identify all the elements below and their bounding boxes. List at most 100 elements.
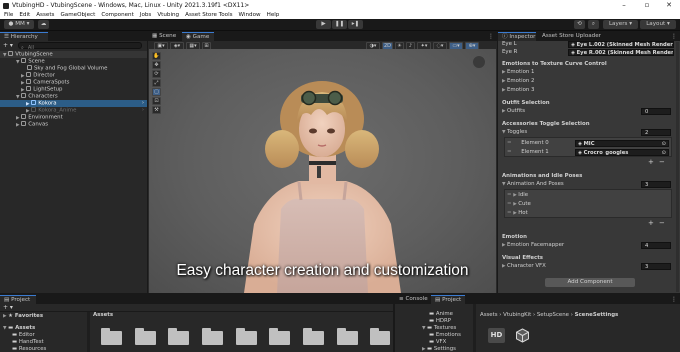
layout-dropdown[interactable]: Layout ▾ (640, 20, 676, 29)
outfits-foldout[interactable]: ▶ Outfits (502, 107, 525, 115)
anim-poses-foldout[interactable]: ▼ Animation And Poses (502, 180, 564, 188)
hierarchy-item[interactable]: ▶ Canvas (0, 121, 147, 128)
drag-handle-icon[interactable]: = (507, 149, 513, 155)
breadcrumb-item[interactable]: SceneSettings (575, 312, 619, 318)
folder-thumbnail[interactable] (236, 328, 257, 345)
tree-item[interactable]: ▬ VFX (429, 339, 446, 346)
maximize-icon[interactable]: ▫ (636, 0, 658, 11)
facemapper-foldout[interactable]: ▶ Emotion Facemapper (502, 241, 564, 249)
tree-item[interactable]: ▬ HandTest (12, 339, 44, 346)
scene-viewport[interactable]: ✋ ✥ ⟳ ⤢ ▢ ⊡ ⚒ Easy character creation an… (149, 49, 496, 293)
breadcrumb-item[interactable]: SetupScene (537, 312, 569, 318)
assets-breadcrumb[interactable]: Assets (93, 312, 113, 319)
pose-row[interactable]: = ▶ Cute (507, 200, 531, 208)
hierarchy-item[interactable]: ▶ Director (0, 72, 147, 79)
menu-edit[interactable]: Edit (19, 12, 30, 18)
eye-r-field[interactable]: ◈ Eye R.002 (Skinned Mesh Render (568, 48, 674, 56)
emotion-foldout[interactable]: ▶ Emotion 2 (502, 77, 534, 85)
hierarchy-item[interactable]: ▼ Scene (0, 58, 147, 65)
search-button[interactable]: ⌕ (588, 20, 599, 29)
pose-row[interactable]: = ▶ Hot (507, 209, 528, 217)
tree-item[interactable]: ▬ Editor (12, 332, 35, 339)
menu-asset-store-tools[interactable]: Asset Store Tools (185, 12, 232, 18)
vfx-foldout[interactable]: ▶ Character VFX (502, 262, 546, 270)
toggles-foldout[interactable]: ▼ Toggles (502, 128, 527, 136)
panel-menu-icon[interactable]: ⋮ (488, 32, 494, 41)
hierarchy-search-input[interactable]: ⌕ All (18, 42, 142, 51)
hierarchy-item[interactable]: ▼ Characters (0, 93, 147, 100)
menu-window[interactable]: Window (239, 12, 261, 18)
tree-item[interactable]: ▬ HDRP (429, 318, 451, 325)
add-element-icon[interactable]: + (648, 219, 654, 227)
layers-dropdown[interactable]: Layers ▾ (603, 20, 638, 29)
element-0-field[interactable]: ◈ MIC ⊙ (575, 139, 669, 147)
menu-component[interactable]: Component (101, 12, 133, 18)
toggles-count-field[interactable]: 2 (641, 129, 671, 136)
create-plus-icon[interactable]: + ▾ (3, 304, 13, 312)
menu-vtubing[interactable]: Vtubing (157, 12, 179, 18)
hierarchy-item[interactable]: ▶ CameraSpots (0, 79, 147, 86)
account-button[interactable]: ● MM ▾ (4, 20, 34, 29)
hierarchy-item[interactable]: Sky and Fog Global Volume (0, 65, 147, 72)
hdrp-asset-thumbnail[interactable]: HD (488, 328, 505, 343)
move-tool-icon[interactable]: ✥ (152, 61, 161, 69)
folder-thumbnail[interactable] (269, 328, 290, 345)
tree-item[interactable]: ▬ Resources (12, 346, 46, 352)
history-button[interactable]: ⟲ (574, 20, 585, 29)
anim-poses-count-field[interactable]: 3 (641, 181, 671, 188)
emotion-foldout[interactable]: ▶ Emotion 3 (502, 86, 534, 94)
cube-asset-icon[interactable] (515, 328, 530, 343)
folder-thumbnail[interactable] (337, 328, 358, 345)
step-button[interactable]: ▸❚ (348, 20, 363, 29)
element-row[interactable]: = Element 1 (507, 148, 549, 156)
tab-console[interactable]: ≡ Console (395, 295, 429, 304)
hand-tool-icon[interactable]: ✋ (152, 52, 161, 60)
drag-handle-icon[interactable]: = (507, 140, 513, 146)
tree-item[interactable]: ▶ ▬ Settings (422, 346, 456, 352)
folder-thumbnail[interactable] (303, 328, 324, 345)
tab-project-2[interactable]: ▤ Project (431, 295, 465, 304)
hierarchy-item[interactable]: ▶ LightSetup (0, 86, 147, 93)
folder-thumbnail[interactable] (135, 328, 156, 345)
rotate-tool-icon[interactable]: ⟳ (152, 70, 161, 78)
favorites-header[interactable]: ▶ ★ Favorites (3, 313, 43, 320)
remove-element-icon[interactable]: − (659, 158, 665, 166)
chevron-right-icon[interactable]: › (142, 100, 144, 107)
folder-thumbnail[interactable] (370, 328, 390, 345)
play-button[interactable]: ▶ (316, 20, 331, 29)
vfx-count-field[interactable]: 3 (641, 263, 671, 270)
cloud-button[interactable]: ☁ (38, 20, 49, 29)
panel-menu-icon[interactable]: ⋮ (671, 295, 677, 304)
menu-file[interactable]: File (4, 12, 13, 18)
panel-splitter[interactable] (473, 304, 476, 352)
pose-row[interactable]: = ▶ Idle (507, 191, 528, 199)
close-icon[interactable]: ✕ (658, 0, 680, 11)
folder-thumbnail[interactable] (101, 328, 122, 345)
eye-l-field[interactable]: ◈ Eye L.002 (Skinned Mesh Render (568, 40, 674, 48)
tree-item[interactable]: ▬ Emotions (429, 332, 461, 339)
tree-item[interactable]: ▼ ▬ Textures (422, 325, 456, 332)
transform-tool-icon[interactable]: ⊡ (152, 97, 161, 105)
tree-item[interactable]: ▼ ▬ Assets (3, 325, 35, 332)
hierarchy-item[interactable]: ▶ Environment (0, 114, 147, 121)
tab-project[interactable]: ▤ Project (0, 295, 36, 304)
menu-jobs[interactable]: Jobs (140, 12, 152, 18)
tree-item[interactable]: ▬ Anime (429, 311, 453, 318)
tab-game[interactable]: ◉ Game (182, 32, 214, 41)
object-picker-icon[interactable]: ⊙ (662, 150, 666, 155)
menu-gameobject[interactable]: GameObject (60, 12, 95, 18)
scale-tool-icon[interactable]: ⤢ (152, 79, 161, 87)
add-element-icon[interactable]: + (648, 158, 654, 166)
create-plus-icon[interactable]: + ▾ (3, 41, 13, 50)
menu-assets[interactable]: Assets (36, 12, 54, 18)
element-1-field[interactable]: ◈ Crocro_googles ⊙ (575, 148, 669, 156)
folder-thumbnail[interactable] (202, 328, 223, 345)
minimize-icon[interactable]: – (613, 0, 635, 11)
panel-splitter[interactable] (87, 312, 90, 352)
chevron-right-icon[interactable]: › (142, 107, 144, 114)
menu-help[interactable]: Help (267, 12, 280, 18)
scene-root-row[interactable]: ▼ VtubingScene (0, 51, 147, 58)
tab-scene[interactable]: ▦ Scene (148, 32, 181, 41)
inspector-scrollbar[interactable] (676, 42, 679, 292)
hierarchy-item-disabled[interactable]: ▶ Kokora_Anime › (0, 107, 147, 114)
